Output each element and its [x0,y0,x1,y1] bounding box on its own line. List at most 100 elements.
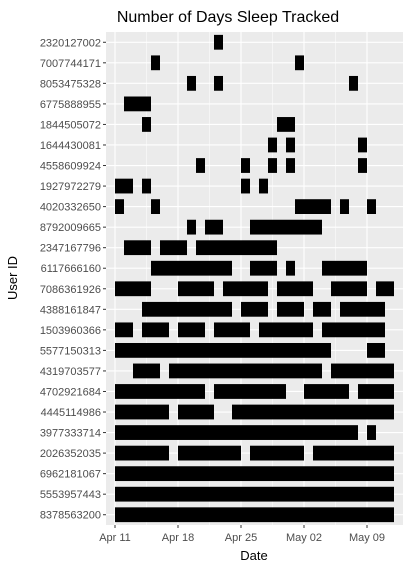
sleep-bar [250,260,277,276]
sleep-bar [277,281,313,297]
sleep-bar [286,137,295,153]
sleep-bar [259,322,313,338]
sleep-bar [295,55,304,71]
sleep-bar [322,322,385,338]
sleep-bar [151,199,160,214]
sleep-bar [115,199,124,214]
sleep-bar [187,219,196,235]
sleep-bar [124,96,151,112]
y-tick-label: 2347167796 [40,243,101,255]
sleep-bar [286,260,295,276]
sleep-bar [313,445,394,461]
y-tick-label: 7007744171 [40,58,101,70]
y-tick-label: 6962181067 [40,469,101,481]
y-tick-label: 4388161847 [40,304,101,316]
sleep-bar [277,117,295,132]
sleep-bar [250,445,304,461]
y-tick-label: 2026352035 [40,448,101,460]
sleep-bar [151,55,160,71]
sleep-bar [115,322,133,338]
sleep-bar [178,404,214,420]
x-tick-label: May 02 [286,532,322,544]
sleep-bar [160,240,187,256]
y-tick-label: 4558609924 [40,161,101,173]
sleep-bar [286,158,295,173]
sleep-bar [340,199,349,214]
y-tick-label: 4445114986 [41,407,101,419]
sleep-bar [331,281,367,297]
sleep-bar [196,240,277,256]
sleep-bar [376,281,394,297]
sleep-bar [295,199,331,214]
y-tick-label: 1927972279 [40,181,101,193]
sleep-bar [214,75,223,91]
sleep-bar [142,117,151,132]
sleep-bar [115,507,394,523]
sleep-bar [322,260,367,276]
sleep-bar [268,137,277,153]
x-tick-label: Apr 11 [99,532,131,544]
y-tick-label: 6775888955 [40,99,101,111]
y-tick-label: 4020332650 [40,202,101,214]
sleep-bar [367,425,376,440]
sleep-bar [133,363,160,379]
sleep-bar [142,178,151,194]
y-axis-ticks: 2320127002 7007744171 8053475328 6775888955… [40,37,106,522]
sleep-bar [214,322,250,338]
sleep-bar [250,219,322,235]
sleep-bar [115,466,394,482]
y-tick-label: 7086361926 [40,284,101,296]
y-tick-label: 8053475328 [40,78,101,90]
y-tick-label: 2320127002 [40,37,101,49]
sleep-bar [340,301,385,317]
x-axis-ticks: Apr 11 Apr 18 Apr 25 May 02 May 09 [99,525,385,544]
sleep-bar [241,301,268,317]
sleep-bar [115,384,205,399]
sleep-bar [196,158,205,173]
sleep-bar [259,178,268,194]
y-tick-label: 8792009665 [40,222,101,234]
sleep-bar [151,260,232,276]
sleep-bar [115,425,358,440]
y-tick-label: 5577150313 [40,345,101,357]
sleep-bar [358,384,394,399]
y-tick-label: 3977333714 [40,428,101,440]
sleep-bar [115,445,169,461]
y-tick-label: 4319703577 [40,366,101,378]
sleep-bar [367,199,376,214]
sleep-bar [241,178,250,194]
sleep-bar [232,404,394,420]
sleep-bar [115,486,394,502]
sleep-bar [115,343,331,358]
sleep-bar [214,384,286,399]
sleep-bar [187,75,196,91]
sleep-bar [115,404,169,420]
sleep-bar [268,158,277,173]
sleep-bar [178,281,214,297]
y-tick-label: 1644430081 [40,140,101,152]
y-tick-label: 1503960366 [40,325,101,337]
sleep-bar [142,322,169,338]
chart-title: Number of Days Sleep Tracked [117,9,339,26]
sleep-bar [178,322,205,338]
sleep-bar [142,301,232,317]
y-axis-title: User ID [5,256,20,300]
sleep-bar [331,363,394,379]
sleep-tracking-chart: Number of Days Sleep Tracked 2320127002 7… [5,9,403,563]
sleep-bar [313,301,331,317]
sleep-bar [223,281,268,297]
sleep-bar [358,137,367,153]
x-tick-label: May 09 [349,532,385,544]
y-tick-label: 6117666160 [41,263,101,275]
sleep-bar [277,301,304,317]
sleep-bar [304,384,349,399]
sleep-bar [124,240,151,256]
sleep-bar [358,158,367,173]
sleep-bar [178,445,241,461]
y-tick-label: 5553957443 [40,489,101,501]
y-tick-label: 1844505072 [40,119,101,131]
y-tick-label: 4702921684 [40,386,101,398]
x-axis-title: Date [240,548,267,563]
sleep-bar [115,178,133,194]
x-tick-label: Apr 25 [225,532,257,544]
